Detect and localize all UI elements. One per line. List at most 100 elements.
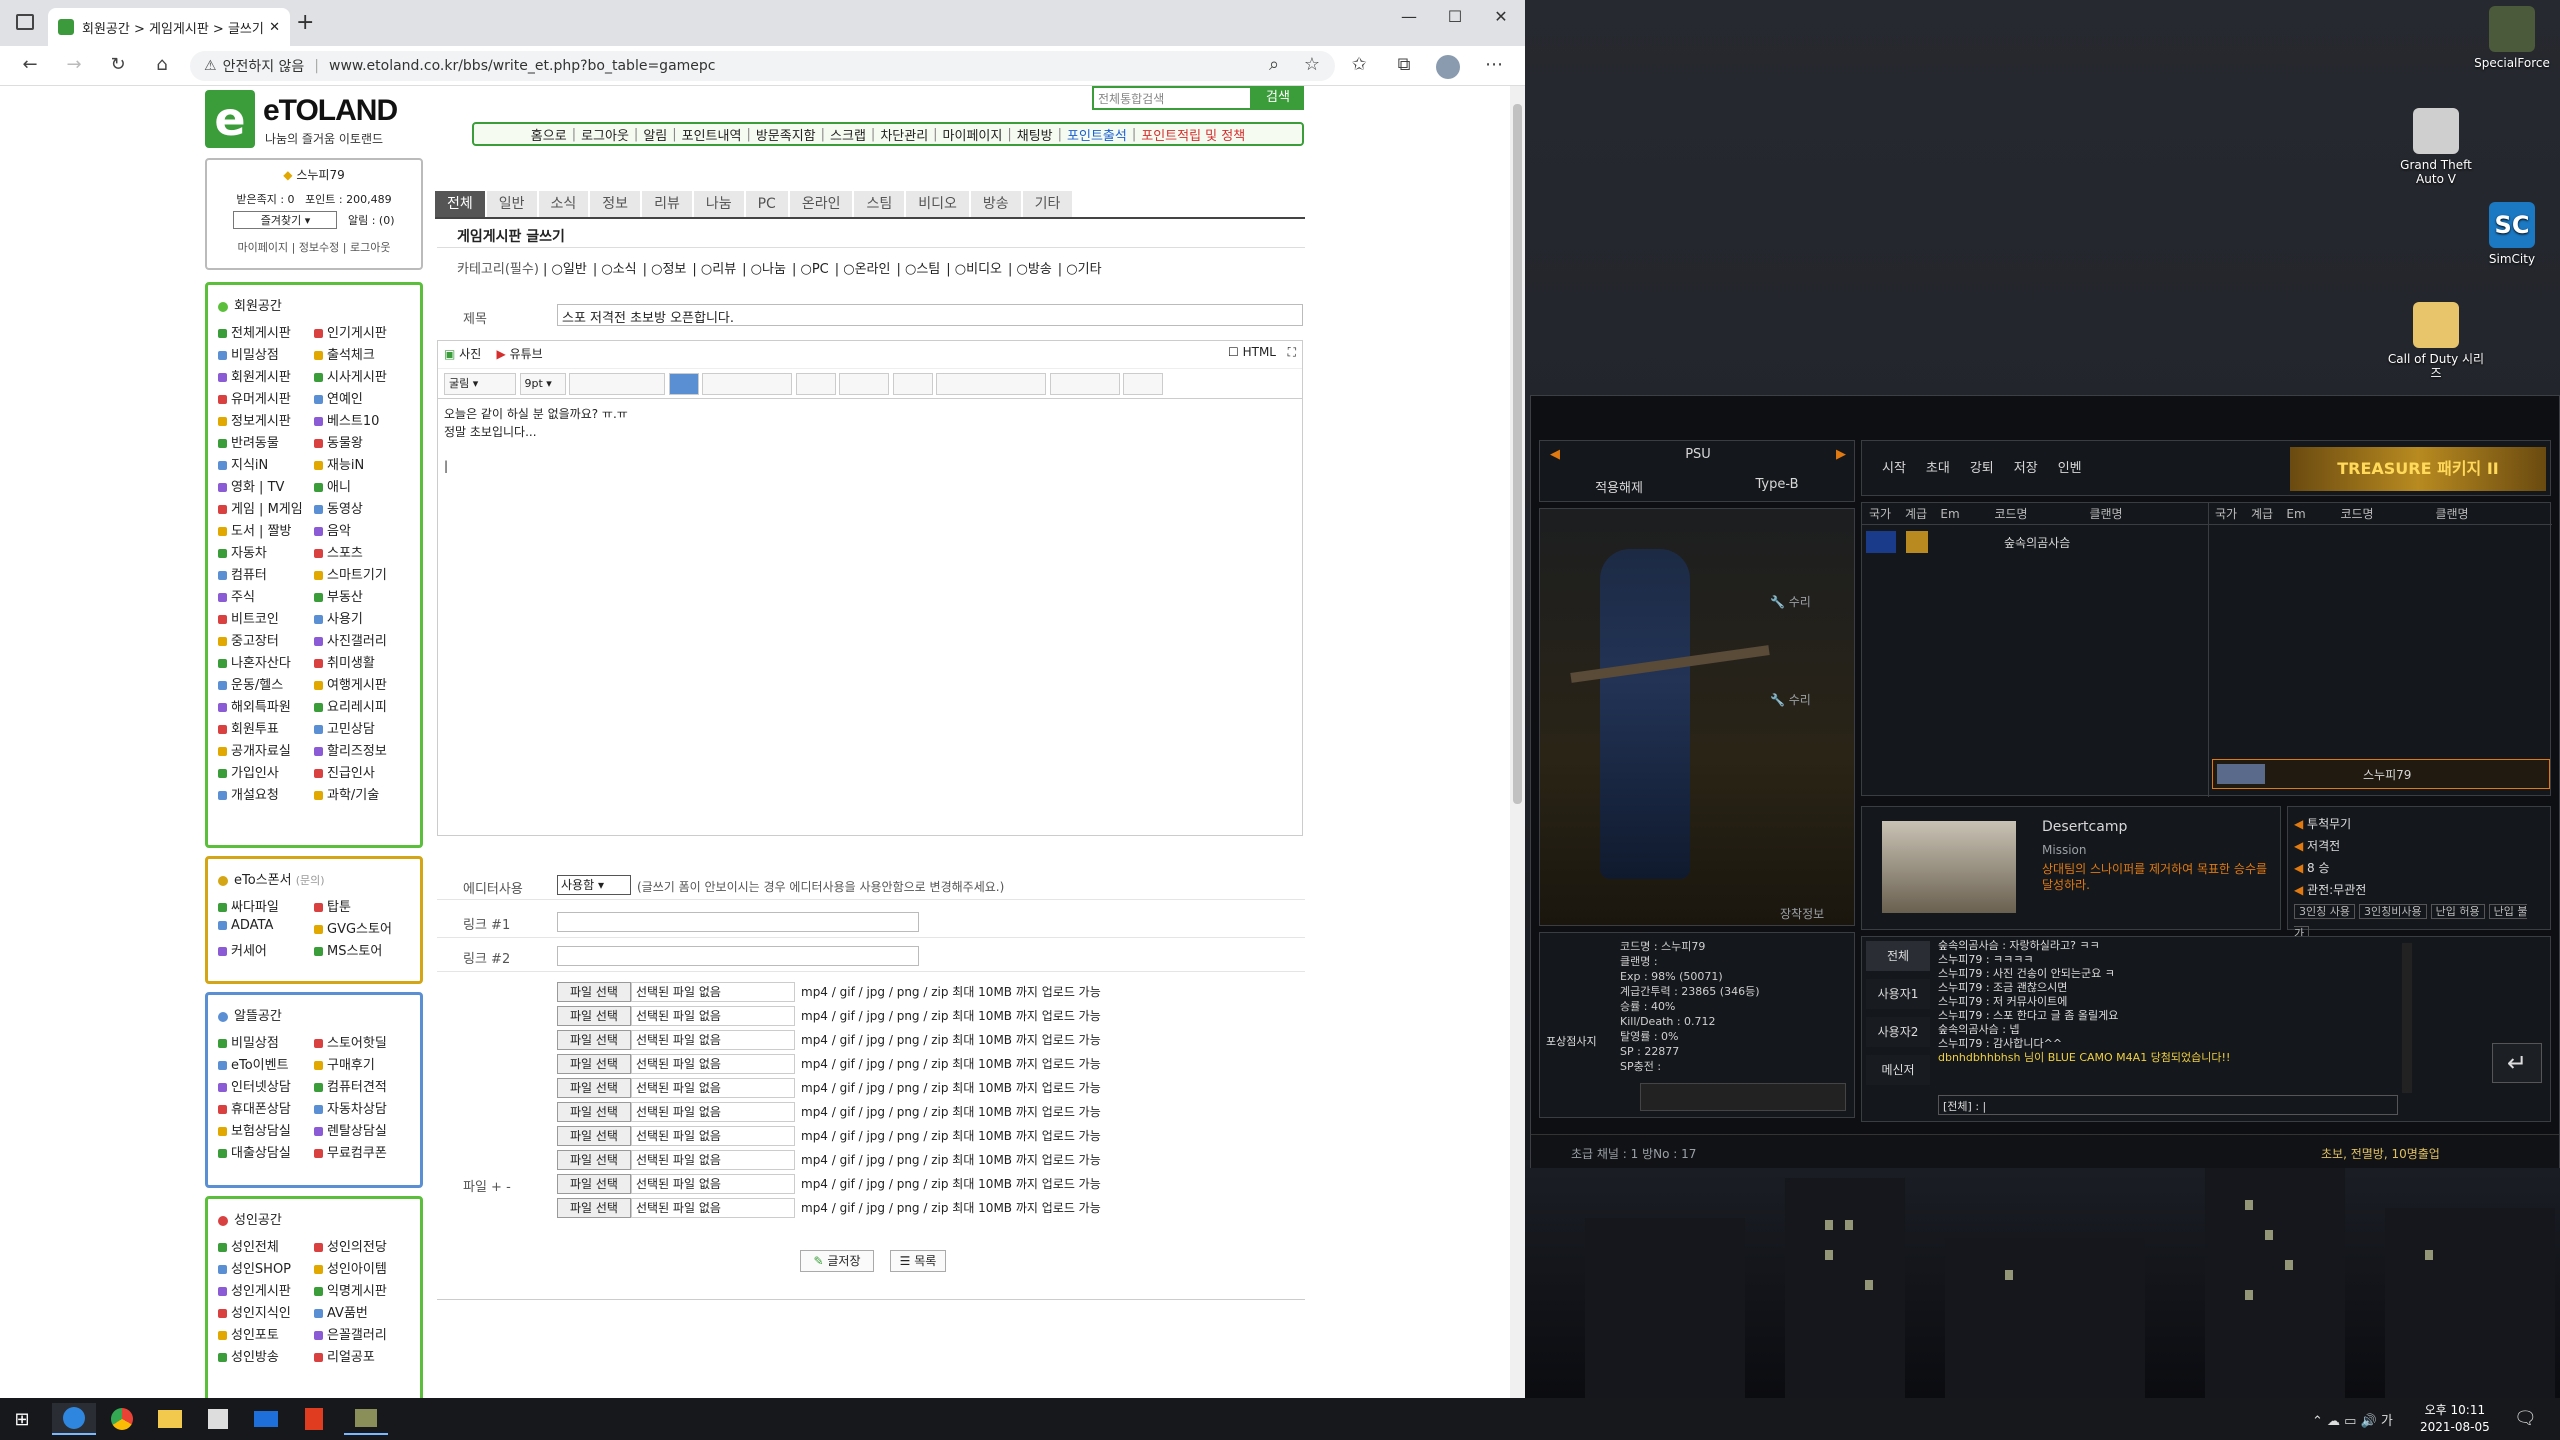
file-add-remove[interactable]: 파일 + - [463,1176,511,1195]
chrome-taskbar-icon[interactable] [100,1403,144,1435]
indent-buttons[interactable] [795,373,836,395]
game-toolbar-button-4[interactable]: 인벤 [2058,457,2082,476]
received-count[interactable]: 받은족지 : 0 [236,193,294,206]
tray-icons[interactable]: ⌃ ☁ ▭ 🔊 가 [2312,1410,2393,1429]
nav-messages[interactable]: 방문족지함 [751,125,821,144]
sidebar-link-member-26[interactable]: 비트코인 [218,608,314,627]
site-search-input[interactable]: 전체통합검색 [1092,86,1252,110]
sidebar-link-member-17[interactable]: 동영상 [314,498,410,517]
user-links[interactable]: 마이페이지 | 정보수정 | 로그아웃 [207,239,421,255]
game-toolbar-button-1[interactable]: 초대 [1926,457,1950,476]
sidebar-link-member-27[interactable]: 사용기 [314,608,410,627]
browser-tab-active[interactable]: 회원공간 > 게임게시판 > 글쓰기 ✕ [48,8,290,46]
sidebar-link-member-15[interactable]: 애니 [314,476,410,495]
file-choose-button[interactable]: 파일 선택 [557,1054,631,1074]
refresh-icon[interactable]: ↻ [104,54,132,78]
game-taskbar-icon[interactable] [344,1403,388,1435]
sidebar-link-member-40[interactable]: 가입인사 [218,762,314,781]
sidebar-link-member-35[interactable]: 요리레시피 [314,696,410,715]
zoom-icon[interactable]: ⌕ [1260,54,1288,78]
html-checkbox[interactable]: ☐ HTML [1228,345,1276,359]
enter-icon[interactable]: ↵ [2492,1043,2542,1083]
sidebar-link-member-0[interactable]: 전체게시판 [218,322,314,341]
sidebar-link-member-20[interactable]: 자동차 [218,542,314,561]
nav-alerts[interactable]: 알림 [638,125,672,144]
category-radio-8[interactable]: | ○비디오 [946,262,1002,277]
sidebar-link-deals-10[interactable]: 대출상담실 [218,1142,314,1161]
sidebar-link-deals-4[interactable]: 인터넷상담 [218,1076,314,1095]
desktop-icon-specialforce[interactable]: SpecialForce [2462,6,2560,70]
chat-tab-0[interactable]: 전체 [1866,941,1930,971]
font-select[interactable]: 굴림 ▾ [444,373,516,395]
new-tab-button[interactable]: + [296,10,314,35]
board-tab-4[interactable]: 리뷰 [642,191,692,217]
sidebar-link-deals-7[interactable]: 자동차상담 [314,1098,410,1117]
collections-icon[interactable]: ⧉ [1390,54,1418,78]
link2-input[interactable] [557,946,919,966]
sidebar-link-member-10[interactable]: 반려동물 [218,432,314,451]
sidebar-link-member-6[interactable]: 유머게시판 [218,388,314,407]
room-option-2[interactable]: ◀ 8 승 [2294,857,2544,879]
board-tab-7[interactable]: 온라인 [789,191,853,217]
category-radio-0[interactable]: | ○일반 [543,262,587,277]
sidebar-link-member-13[interactable]: 재능iN [314,454,410,473]
sidebar-link-member-19[interactable]: 음악 [314,520,410,539]
desktop-icon-simcity[interactable]: SC SimCity [2462,202,2560,266]
nav-attendance[interactable]: 포인트출석 [1062,125,1132,144]
room-toggle-2[interactable]: 난입 허용 [2430,904,2485,919]
editor-use-select[interactable]: 사용함 ▾ [557,875,631,895]
site-search-button[interactable]: 검색 [1252,86,1304,110]
game-toolbar-button-3[interactable]: 저장 [2014,457,2038,476]
sidebar-link-sponsor-1[interactable]: 탑툰 [314,896,410,915]
board-tab-2[interactable]: 소식 [538,191,589,217]
board-tab-11[interactable]: 기타 [1022,191,1073,217]
page-scrollbar[interactable] [1510,86,1525,1398]
file-choose-button[interactable]: 파일 선택 [557,1006,631,1026]
insert-buttons[interactable] [936,373,1046,395]
more-menu-icon[interactable]: ⋯ [1480,54,1508,78]
alerts-count[interactable]: 알림 : (0) [348,214,395,227]
sidebar-link-adult-7[interactable]: AV품번 [314,1302,410,1321]
room-toggle-1[interactable]: 3인칭비사용 [2358,904,2427,919]
category-radio-4[interactable]: | ○나눔 [742,262,786,277]
treasure-banner[interactable]: TREASURE 패키지 II [2290,447,2546,491]
subject-input[interactable]: 스포 저격전 초보방 오픈합니다. [557,304,1303,326]
highlight-color-button[interactable] [668,373,699,395]
sidebar-link-member-12[interactable]: 지식iN [218,454,314,473]
category-radio-9[interactable]: | ○방송 [1008,262,1052,277]
category-radio-5[interactable]: | ○PC [792,262,829,277]
sidebar-link-member-42[interactable]: 개설요청 [218,784,314,803]
align-buttons[interactable] [702,373,792,395]
file-choose-button[interactable]: 파일 선택 [557,1126,631,1146]
close-window-icon[interactable]: ✕ [1478,0,1524,32]
sidebar-link-adult-1[interactable]: 성인의전당 [314,1236,410,1255]
equip-info-button[interactable]: 장착정보 [1780,905,1824,922]
category-radio-1[interactable]: | ○소식 [593,262,637,277]
sidebar-link-member-3[interactable]: 출석체크 [314,344,410,363]
board-tab-3[interactable]: 정보 [590,191,641,217]
sidebar-link-deals-5[interactable]: 컴퓨터견적 [314,1076,410,1095]
favorites-icon[interactable]: ✩ [1345,54,1373,78]
sidebar-link-member-33[interactable]: 여행게시판 [314,674,410,693]
chat-tab-3[interactable]: 메신저 [1866,1055,1930,1085]
sidebar-link-adult-9[interactable]: 은꼴갤러리 [314,1324,410,1343]
store-icon[interactable] [196,1403,240,1435]
sidebar-link-adult-10[interactable]: 성인방송 [218,1346,314,1365]
game-toolbar-button-0[interactable]: 시작 [1882,457,1906,476]
category-radio-2[interactable]: | ○정보 [643,262,687,277]
board-tab-10[interactable]: 방송 [970,191,1021,217]
site-logo[interactable]: e eTOLAND 나눔의 즐거움 이토랜드 [205,86,405,152]
file-choose-button[interactable]: 파일 선택 [557,1102,631,1122]
sidebar-link-member-2[interactable]: 비밀상점 [218,344,314,363]
sidebar-link-adult-3[interactable]: 성인아이템 [314,1258,410,1277]
board-tab-1[interactable]: 일반 [486,191,537,217]
sidebar-link-deals-1[interactable]: 스토어핫딜 [314,1032,410,1051]
text-format-buttons[interactable] [569,373,665,395]
repair-button-1[interactable]: 🔧 수리 [1770,593,1811,610]
sidebar-link-deals-11[interactable]: 무료컴쿠폰 [314,1142,410,1161]
file-choose-button[interactable]: 파일 선택 [557,1078,631,1098]
board-tab-9[interactable]: 비디오 [906,191,969,217]
photo-button[interactable]: ▣ 사진 [444,347,481,361]
youtube-button[interactable]: ▶ 유튜브 [497,347,543,361]
sidebar-link-sponsor-4[interactable]: 커세어 [218,940,314,959]
